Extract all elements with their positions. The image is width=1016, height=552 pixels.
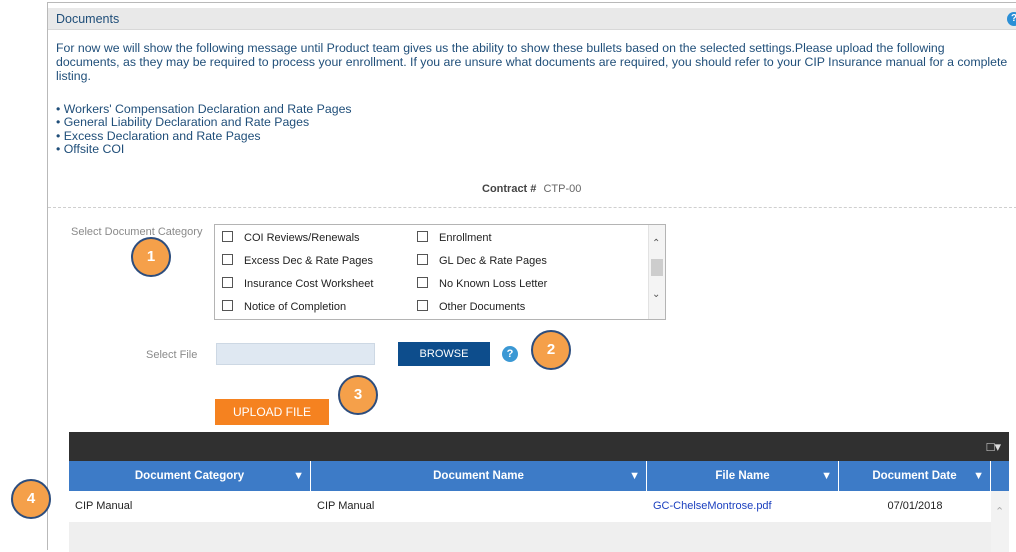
filter-icon[interactable]: ▼ [629,461,640,491]
category-option[interactable]: Insurance Cost Worksheet [222,277,373,290]
column-label: File Name [715,470,770,482]
divider [48,207,1016,208]
column-header-file-name[interactable]: File Name ▼ [647,461,839,491]
filter-icon[interactable]: ▼ [293,461,304,491]
intro-message: For now we will show the following messa… [56,41,1008,83]
chevron-up-icon[interactable]: ⌃ [652,238,660,249]
grid-toolbar: □▾ [69,432,1009,461]
checkbox[interactable] [222,254,233,265]
documents-panel: Documents ? For now we will show the fol… [47,2,1016,552]
category-option-label: Insurance Cost Worksheet [244,278,374,290]
category-option[interactable]: Other Documents [417,300,525,313]
required-documents-list: • Workers' Compensation Declaration and … [56,102,352,157]
checkbox[interactable] [222,231,233,242]
category-option[interactable]: Notice of Completion [222,300,346,313]
checkbox[interactable] [417,277,428,288]
category-checklist[interactable]: COI Reviews/Renewals Enrollment Excess D… [214,224,666,320]
category-option-label: No Known Loss Letter [439,278,548,290]
chevron-down-icon[interactable]: ⌄ [652,289,660,300]
list-item: • General Liability Declaration and Rate… [56,115,310,130]
export-icon[interactable]: □▾ [987,439,1001,455]
checkbox[interactable] [417,231,428,242]
help-icon[interactable]: ? [1007,12,1016,26]
contract-number: Contract # CTP-00 [482,183,581,195]
table-row[interactable]: CIP Manual CIP Manual GC-ChelseMontrose.… [69,491,1009,522]
checkbox[interactable] [222,300,233,311]
column-header-document-date[interactable]: Document Date ▼ [839,461,991,491]
section-header: Documents ? [48,8,1016,30]
column-label: Document Category [134,470,245,482]
contract-label: Contract # [482,183,537,195]
category-option[interactable]: COI Reviews/Renewals [222,231,360,244]
category-label: Select Document Category [71,226,203,238]
category-option[interactable]: GL Dec & Rate Pages [417,254,547,267]
checkbox[interactable] [222,277,233,288]
cell-document-category: CIP Manual [75,500,133,512]
file-label: Select File [146,349,198,361]
contract-value: CTP-00 [543,183,582,195]
category-option-label: GL Dec & Rate Pages [439,255,547,267]
list-item: • Offsite COI [56,142,125,157]
list-item: • Excess Declaration and Rate Pages [56,128,261,143]
column-label: Document Date [872,470,957,482]
category-option-label: Excess Dec & Rate Pages [244,255,374,267]
checkbox[interactable] [417,254,428,265]
checkbox[interactable] [417,300,428,311]
browse-button[interactable]: BROWSE [398,342,490,366]
annotation-marker: 1 [131,237,171,277]
section-title: Documents [56,12,120,26]
category-option-label: Notice of Completion [244,301,347,313]
category-option-label: Enrollment [439,232,492,244]
annotation-marker: 4 [11,479,51,519]
annotation-marker: 2 [531,330,571,370]
upload-file-button[interactable]: UPLOAD FILE [215,399,329,425]
category-option-label: COI Reviews/Renewals [244,232,360,244]
column-label: Document Name [433,470,524,482]
documents-grid: □▾ Document Category ▼ Document Name ▼ Fil… [69,432,1009,552]
category-option-label: Other Documents [439,301,526,313]
grid-header: Document Category ▼ Document Name ▼ File N… [69,461,1009,491]
file-link[interactable]: GC-ChelseMontrose.pdf [647,491,839,522]
chevron-up-icon[interactable]: ⌃ [995,505,1004,518]
category-option[interactable]: No Known Loss Letter [417,277,547,290]
column-header-document-name[interactable]: Document Name ▼ [311,461,647,491]
category-option[interactable]: Enrollment [417,231,492,244]
cell-document-name: CIP Manual [317,500,375,512]
column-header-document-category[interactable]: Document Category ▼ [69,461,311,491]
grid-scrollbar[interactable]: ⌃ [991,491,1009,552]
scrollbar-thumb[interactable] [651,259,663,276]
filter-icon[interactable]: ▼ [973,461,984,491]
filter-icon[interactable]: ▼ [821,461,832,491]
category-option[interactable]: Excess Dec & Rate Pages [222,254,373,267]
list-item: • Workers' Compensation Declaration and … [56,102,352,116]
help-icon[interactable]: ? [502,346,518,362]
scrollbar[interactable]: ⌃ ⌄ [648,225,665,319]
annotation-marker: 3 [338,375,378,415]
cell-document-date: 07/01/2018 [887,500,943,512]
file-input[interactable] [216,343,375,365]
